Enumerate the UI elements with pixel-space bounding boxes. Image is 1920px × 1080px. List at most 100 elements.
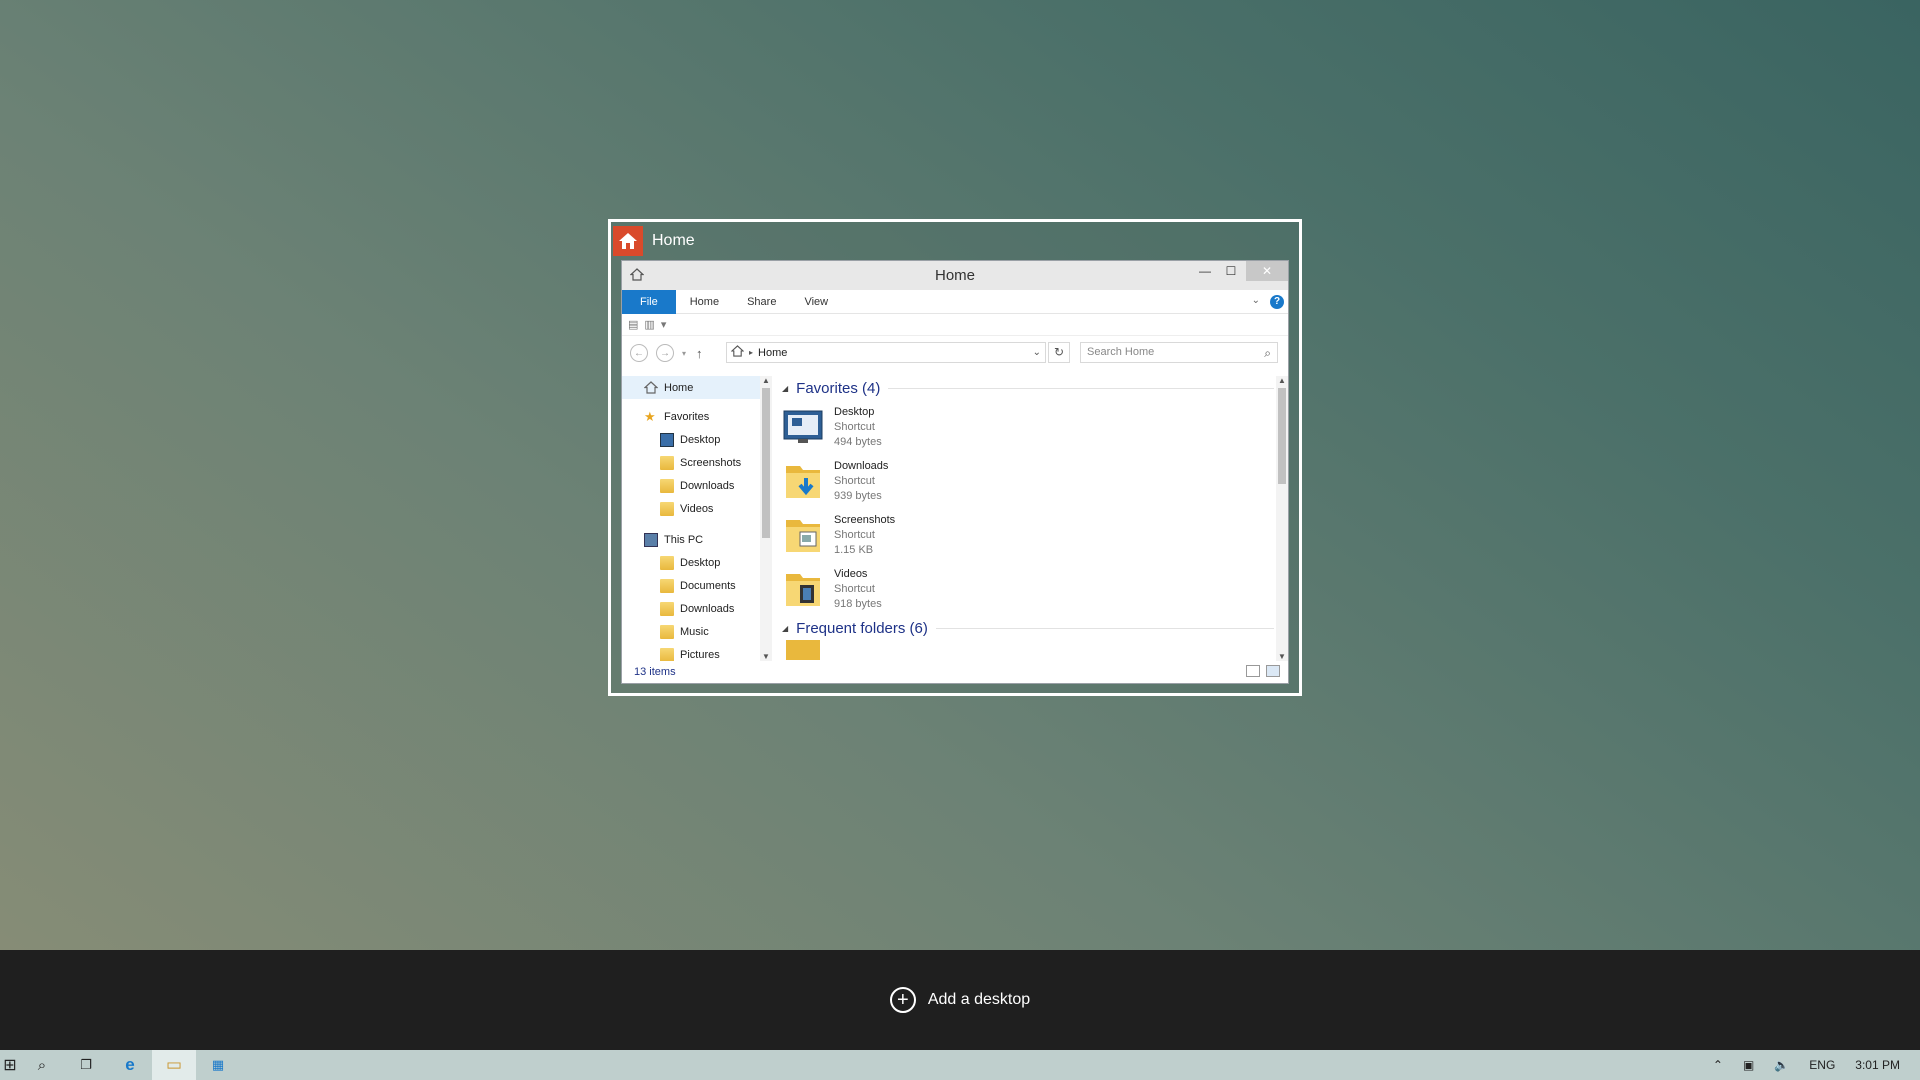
list-item[interactable] <box>782 640 1274 660</box>
internet-explorer-icon[interactable]: e <box>108 1050 152 1080</box>
search-icon: ⌕ <box>1264 346 1271 360</box>
nav-item-label: Desktop <box>680 556 721 569</box>
computer-icon <box>644 532 658 547</box>
task-view-icon[interactable]: ❐ <box>64 1050 108 1080</box>
add-desktop-label: Add a desktop <box>927 991 1031 1008</box>
tab-share[interactable]: Share <box>733 290 790 314</box>
network-icon[interactable]: ▣ <box>1743 1058 1754 1072</box>
tab-view[interactable]: View <box>790 290 842 314</box>
scroll-down-icon[interactable]: ▼ <box>760 652 772 661</box>
list-item[interactable]: Videos Shortcut 918 bytes <box>782 562 1274 616</box>
nav-item-screenshots[interactable]: Screenshots <box>622 451 760 474</box>
chevron-up-icon[interactable]: ⌃ <box>1713 1058 1723 1072</box>
up-arrow-icon[interactable]: ↑ <box>696 346 703 361</box>
list-item[interactable]: Downloads Shortcut 939 bytes <box>782 454 1274 508</box>
item-size: 939 bytes <box>834 489 882 502</box>
customize-toolbar-icon[interactable]: ▾ <box>661 318 667 331</box>
add-desktop-bar: + Add a desktop <box>0 950 1920 1050</box>
nav-item-label: Downloads <box>680 602 735 615</box>
folder-icon <box>660 578 674 593</box>
forward-arrow-icon[interactable]: → <box>656 344 674 362</box>
item-count: 13 items <box>634 666 676 678</box>
minimize-button[interactable]: — <box>1192 261 1218 281</box>
new-folder-icon[interactable]: ▥ <box>644 318 654 331</box>
list-item[interactable]: Screenshots Shortcut 1.15 KB <box>782 508 1274 562</box>
close-button[interactable]: ✕ <box>1246 261 1288 281</box>
home-icon <box>613 226 643 256</box>
nav-item-label: Music <box>680 625 709 638</box>
navigation-pane[interactable]: Home ★ Favorites Desktop Screenshots Dow… <box>622 376 760 661</box>
volume-icon[interactable]: 🔈 <box>1774 1058 1789 1072</box>
chevron-down-icon[interactable]: ⌄ <box>1252 295 1260 306</box>
thumbnail-header: Home <box>613 224 695 258</box>
nav-item-this-pc[interactable]: This PC <box>622 528 760 551</box>
nav-item-pc-downloads[interactable]: Downloads <box>622 597 760 620</box>
collapse-triangle-icon[interactable]: ◢ <box>782 384 788 393</box>
thumbnail-title: Home <box>652 232 695 249</box>
item-type: Shortcut <box>834 420 875 433</box>
details-view-icon[interactable] <box>1246 665 1260 677</box>
nav-item-pc-desktop[interactable]: Desktop <box>622 551 760 574</box>
file-explorer-icon[interactable]: ▭ <box>152 1050 196 1080</box>
folder-icon <box>660 555 674 570</box>
scroll-down-icon[interactable]: ▼ <box>1276 652 1288 661</box>
list-item[interactable]: Desktop Shortcut 494 bytes <box>782 400 1274 454</box>
scrollbar-thumb[interactable] <box>1278 388 1286 484</box>
nav-pane-scrollbar[interactable]: ▲ ▼ <box>760 376 772 661</box>
scrollbar-thumb[interactable] <box>762 388 770 538</box>
language-indicator[interactable]: ENG <box>1809 1058 1835 1072</box>
search-input[interactable]: Search Home ⌕ <box>1080 342 1278 363</box>
downloads-folder-icon <box>660 478 674 493</box>
item-name: Downloads <box>834 459 889 472</box>
nav-item-home[interactable]: Home <box>622 376 760 399</box>
help-icon[interactable]: ? <box>1270 295 1284 309</box>
group-header-favorites[interactable]: ◢ Favorites (4) <box>782 376 1274 400</box>
start-icon[interactable]: ⊞ <box>0 1050 20 1080</box>
nav-item-downloads[interactable]: Downloads <box>622 474 760 497</box>
chevron-down-icon[interactable]: ⌄ <box>1033 347 1041 358</box>
group-header-frequent-folders[interactable]: ◢ Frequent folders (6) <box>782 616 1274 640</box>
plus-circle-icon: + <box>889 987 916 1013</box>
scroll-up-icon[interactable]: ▲ <box>1276 376 1288 385</box>
scroll-up-icon[interactable]: ▲ <box>760 376 772 385</box>
clock[interactable]: 3:01 PM <box>1855 1058 1900 1072</box>
properties-icon[interactable]: ▤ <box>628 318 638 331</box>
nav-item-pictures[interactable]: Pictures <box>622 643 760 661</box>
nav-item-favorites[interactable]: ★ Favorites <box>622 405 760 428</box>
breadcrumb[interactable]: Home <box>758 347 787 359</box>
store-icon[interactable]: ▦ <box>196 1050 240 1080</box>
view-switcher <box>1246 665 1280 677</box>
search-placeholder: Search Home <box>1087 346 1155 358</box>
nav-item-label: Documents <box>680 579 736 592</box>
nav-item-music[interactable]: Music <box>622 620 760 643</box>
search-icon[interactable]: ⌕ <box>20 1050 64 1080</box>
address-row: ← → ▾ ↑ ▸ Home ⌄ ↻ Search Home ⌕ <box>622 336 1288 370</box>
task-view-thumbnail[interactable]: Home Home — ☐ ✕ File Home Share View ⌄ ?… <box>608 219 1302 696</box>
large-icons-view-icon[interactable] <box>1266 665 1280 677</box>
maximize-button[interactable]: ☐ <box>1218 261 1244 281</box>
recent-locations-icon[interactable]: ▾ <box>682 349 686 358</box>
item-type: Shortcut <box>834 474 875 487</box>
nav-item-documents[interactable]: Documents <box>622 574 760 597</box>
address-bar[interactable]: ▸ Home ⌄ <box>726 342 1046 363</box>
nav-item-label: Desktop <box>680 433 721 446</box>
tab-home[interactable]: Home <box>676 290 733 314</box>
group-title: Frequent folders (6) <box>796 619 928 637</box>
nav-item-desktop[interactable]: Desktop <box>622 428 760 451</box>
back-arrow-icon[interactable]: ← <box>630 344 648 362</box>
explorer-window[interactable]: Home — ☐ ✕ File Home Share View ⌄ ? ▤ ▥ … <box>621 260 1289 684</box>
star-icon: ★ <box>644 408 656 424</box>
refresh-icon[interactable]: ↻ <box>1048 342 1070 363</box>
taskbar: ⊞ ⌕ ❐ e ▭ ▦ ⌃ ▣ 🔈 ENG 3:01 PM <box>0 1050 1920 1080</box>
window-titlebar[interactable]: Home — ☐ ✕ <box>622 261 1288 290</box>
add-desktop-button[interactable]: + Add a desktop <box>889 987 1031 1013</box>
content-scrollbar[interactable]: ▲ ▼ <box>1276 376 1288 661</box>
nav-item-label: Home <box>664 381 694 394</box>
item-name: Screenshots <box>834 513 896 526</box>
collapse-triangle-icon[interactable]: ◢ <box>782 624 788 633</box>
nav-item-label: Downloads <box>680 479 735 492</box>
tab-file[interactable]: File <box>622 289 676 314</box>
item-type: Shortcut <box>834 528 875 541</box>
nav-item-videos[interactable]: Videos <box>622 497 760 520</box>
videos-folder-icon <box>782 568 824 610</box>
